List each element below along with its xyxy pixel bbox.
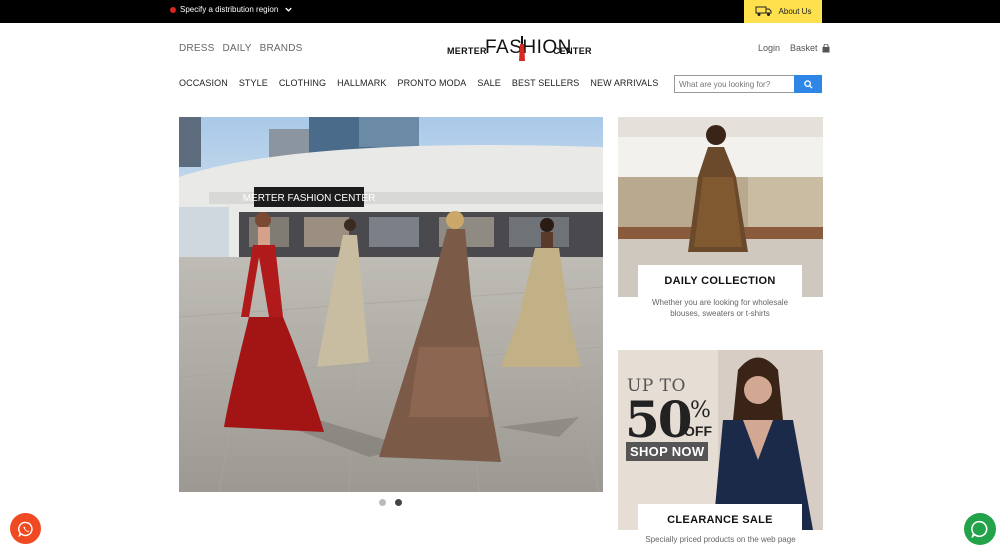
chat-button-left[interactable] (10, 513, 41, 544)
category-link-daily[interactable]: DAILY (222, 43, 251, 54)
about-us-label: About Us (778, 7, 812, 16)
nav-item-clothing[interactable]: CLOTHING (279, 78, 326, 88)
whatsapp-icon (971, 520, 988, 538)
distribution-region-selector[interactable]: Specify a distribution region (170, 5, 293, 14)
top-bar: Specify a distribution region About Us (0, 0, 1000, 23)
whatsapp-icon (17, 521, 33, 537)
nav-item-new-arrivals[interactable]: NEW ARRIVALS (590, 78, 658, 88)
slider-dot-2[interactable] (395, 499, 402, 506)
main-navigation: OCCASION STYLE CLOTHING HALLMARK PRONTO … (179, 78, 658, 88)
search-button[interactable] (794, 75, 822, 93)
clearance-sale-card[interactable]: UP TO 50 % OFF SHOP NOW (618, 350, 823, 530)
region-label: Specify a distribution region (180, 5, 279, 14)
about-us-button[interactable]: About Us (744, 0, 822, 23)
hero-photo: MERTER FASHION CENTER (179, 117, 603, 492)
user-links: Login Basket (758, 43, 830, 53)
category-links: DRESS DAILY BRANDS (179, 43, 303, 54)
search-icon (803, 79, 813, 89)
category-link-dress[interactable]: DRESS (179, 43, 214, 54)
search-bar (674, 75, 822, 93)
truck-icon (755, 6, 772, 16)
daily-collection-title[interactable]: DAILY COLLECTION (638, 265, 802, 297)
clearance-sale-title[interactable]: CLEARANCE SALE (638, 504, 802, 536)
nav-item-hallmark[interactable]: HALLMARK (337, 78, 386, 88)
basket-label: Basket (790, 43, 818, 53)
logo-dress-mark-icon (519, 36, 525, 61)
nav-item-best-sellers[interactable]: BEST SELLERS (512, 78, 580, 88)
promo-percent-number: 50 (625, 390, 693, 449)
nav-item-pronto-moda[interactable]: PRONTO MODA (397, 78, 466, 88)
slider-dots (379, 499, 402, 506)
chevron-down-icon (285, 7, 292, 12)
promo-off: OFF (684, 423, 712, 439)
search-input[interactable] (674, 75, 794, 93)
hero-sign-text: MERTER FASHION CENTER (243, 193, 376, 204)
chat-button-right[interactable] (964, 513, 996, 545)
category-link-brands[interactable]: BRANDS (260, 43, 303, 54)
clearance-sale-description: Specially priced products on the web pag… (645, 535, 796, 544)
slider-dot-1[interactable] (379, 499, 386, 506)
logo-right-text: CENTER (553, 46, 592, 56)
site-logo[interactable]: MERTER FASHION CENTER (447, 34, 592, 64)
nav-item-sale[interactable]: SALE (477, 78, 500, 88)
logo-left-text: MERTER (447, 46, 487, 56)
hero-slide-image[interactable]: MERTER FASHION CENTER (179, 117, 603, 492)
nav-item-style[interactable]: STYLE (239, 78, 268, 88)
daily-collection-description: Whether you are looking for wholesale bl… (651, 298, 789, 318)
basket-link[interactable]: Basket (790, 43, 830, 53)
basket-icon (822, 43, 830, 52)
nav-item-occasion[interactable]: OCCASION (179, 78, 228, 88)
promo-percent-sign: % (690, 398, 711, 423)
location-dot-icon (170, 6, 176, 13)
promo-shop-now[interactable]: SHOP NOW (626, 442, 709, 461)
login-link[interactable]: Login (758, 43, 780, 53)
